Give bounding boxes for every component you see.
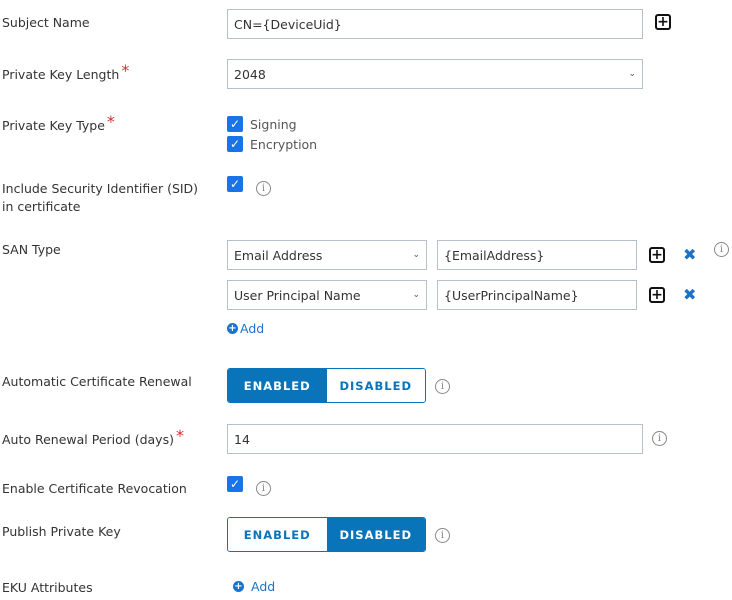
insert-variable-plus-icon[interactable]: + <box>649 287 665 303</box>
encryption-label: Encryption <box>250 136 318 152</box>
info-icon[interactable]: i <box>435 528 450 543</box>
san-value-input[interactable]: {UserPrincipalName} <box>437 280 637 310</box>
san-add-link[interactable]: + Add <box>227 321 264 336</box>
san-type-value: Email Address <box>234 247 323 263</box>
plus-circle-icon: + <box>233 580 244 592</box>
add-label: Add <box>251 579 276 594</box>
auto-renewal-toggle[interactable]: ENABLED DISABLED <box>227 368 426 403</box>
required-asterisk: * <box>106 112 115 131</box>
required-asterisk: * <box>175 426 184 445</box>
chevron-down-icon: ⌄ <box>412 290 420 300</box>
signing-label: Signing <box>250 116 297 132</box>
remove-x-icon[interactable]: ✖ <box>683 285 696 304</box>
subject-name-input[interactable]: CN={DeviceUid} <box>227 9 643 39</box>
enabled-option[interactable]: ENABLED <box>228 369 327 402</box>
san-type-select[interactable]: User Principal Name ⌄ <box>227 280 427 310</box>
info-icon[interactable]: i <box>256 181 271 196</box>
info-icon[interactable]: i <box>714 242 729 257</box>
publish-key-label: Publish Private Key <box>2 524 121 539</box>
revocation-label: Enable Certificate Revocation <box>2 481 187 496</box>
encryption-checkbox-row[interactable]: ✓ Encryption <box>227 136 317 152</box>
encryption-checkbox[interactable]: ✓ <box>227 136 243 152</box>
key-length-label-text: Private Key Length <box>2 67 120 82</box>
san-value: {UserPrincipalName} <box>444 287 579 303</box>
sid-label: Include Security Identifier (SID) in cer… <box>2 181 199 214</box>
info-icon[interactable]: i <box>435 379 450 394</box>
san-value: {EmailAddress} <box>444 247 545 263</box>
key-type-label: Private Key Type * <box>2 113 115 135</box>
chevron-down-icon: ⌄ <box>628 69 636 79</box>
renewal-period-label-text: Auto Renewal Period (days) <box>2 432 174 447</box>
san-type-value: User Principal Name <box>234 287 361 303</box>
san-value-input[interactable]: {EmailAddress} <box>437 240 637 270</box>
eku-label: EKU Attributes <box>2 580 93 595</box>
signing-checkbox[interactable]: ✓ <box>227 116 243 132</box>
remove-x-icon[interactable]: ✖ <box>683 245 696 264</box>
info-icon[interactable]: i <box>652 431 667 446</box>
key-type-label-text: Private Key Type <box>2 118 105 133</box>
san-type-select[interactable]: Email Address ⌄ <box>227 240 427 270</box>
disabled-option[interactable]: DISABLED <box>326 518 425 551</box>
subject-name-value: CN={DeviceUid} <box>234 16 342 32</box>
renewal-period-label: Auto Renewal Period (days) * <box>2 427 184 449</box>
enabled-option[interactable]: ENABLED <box>228 518 327 551</box>
insert-variable-plus-icon[interactable]: + <box>655 14 671 30</box>
add-label: Add <box>240 321 265 336</box>
revocation-checkbox[interactable]: ✓ <box>227 476 243 492</box>
insert-variable-plus-icon[interactable]: + <box>649 247 665 263</box>
signing-checkbox-row[interactable]: ✓ Signing <box>227 116 297 132</box>
info-icon[interactable]: i <box>256 481 271 496</box>
key-length-value: 2048 <box>234 66 266 82</box>
sid-checkbox[interactable]: ✓ <box>227 176 243 192</box>
renewal-period-value: 14 <box>234 431 250 447</box>
renewal-period-input[interactable]: 14 <box>227 424 643 454</box>
publish-key-toggle[interactable]: ENABLED DISABLED <box>227 517 426 552</box>
key-length-label: Private Key Length * <box>2 62 129 84</box>
disabled-option[interactable]: DISABLED <box>326 369 425 402</box>
san-type-label: SAN Type <box>2 242 61 257</box>
key-length-select[interactable]: 2048 ⌄ <box>227 59 643 89</box>
plus-circle-icon: + <box>227 322 238 334</box>
chevron-down-icon: ⌄ <box>412 250 420 260</box>
subject-name-label: Subject Name <box>2 15 90 30</box>
eku-add-link[interactable]: + Add <box>233 579 275 594</box>
auto-renewal-label: Automatic Certificate Renewal <box>2 374 192 389</box>
required-asterisk: * <box>121 61 130 80</box>
